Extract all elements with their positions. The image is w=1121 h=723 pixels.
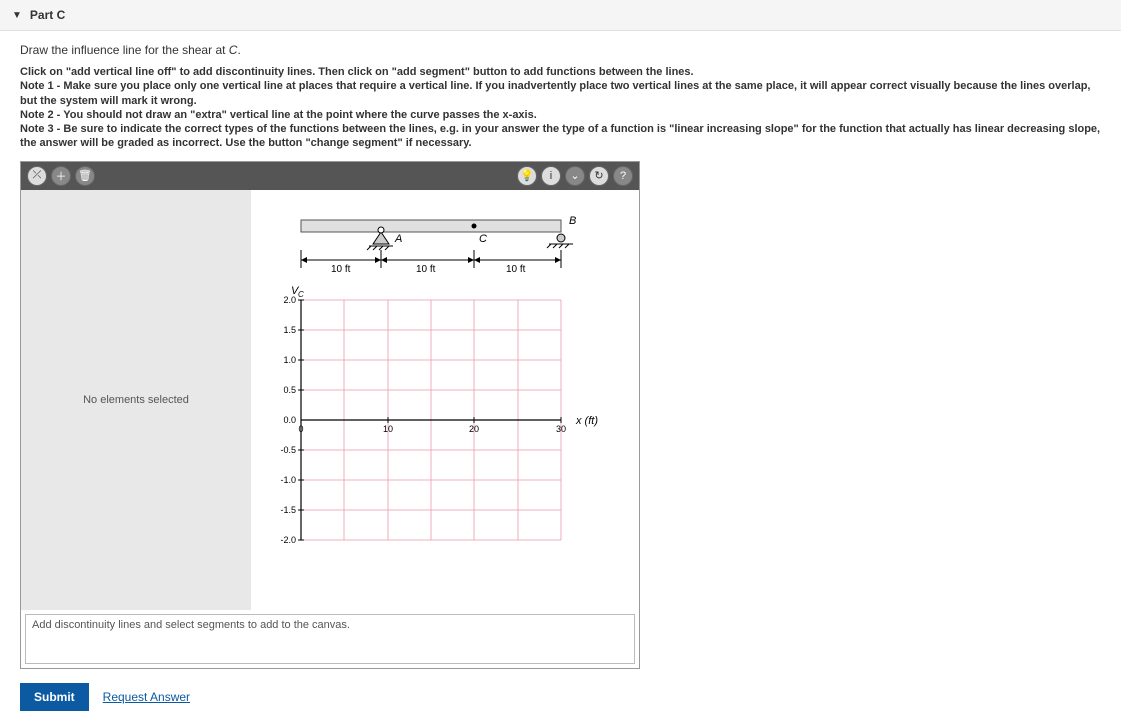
add-icon[interactable]: ＋ — [51, 166, 71, 186]
note3-label: Note 3 — [20, 123, 54, 135]
content-area: Draw the influence line for the shear at… — [0, 31, 1121, 723]
toolbar: ⤫ ＋ 🗑 💡 i ⌄ ↻ ? — [21, 162, 639, 190]
svg-text:20: 20 — [469, 424, 479, 434]
svg-text:-2.0: -2.0 — [280, 535, 296, 545]
instructions: Click on "add vertical line off" to add … — [20, 65, 1101, 151]
span3-label: 10 ft — [506, 264, 526, 275]
help-icon[interactable]: ? — [613, 166, 633, 186]
drawing-widget: ⤫ ＋ 🗑 💡 i ⌄ ↻ ? No elements selected — [20, 161, 640, 669]
note2-label: Note 2 — [20, 109, 54, 121]
note2-text: - You should not draw an "extra" vertica… — [54, 109, 537, 121]
request-answer-link[interactable]: Request Answer — [103, 690, 190, 704]
status-hint: Add discontinuity lines and select segme… — [32, 619, 350, 631]
prompt-text: Draw the influence line for the shear at — [20, 43, 229, 57]
lightbulb-icon[interactable]: 💡 — [517, 166, 537, 186]
no-elements-icon[interactable]: ⤫ — [27, 166, 47, 186]
status-bar: Add discontinuity lines and select segme… — [25, 614, 635, 664]
canvas-area: No elements selected — [21, 190, 639, 610]
span1-label: 10 ft — [331, 264, 351, 275]
plot-svg: A C B — [261, 200, 621, 600]
prompt: Draw the influence line for the shear at… — [20, 43, 1101, 57]
svg-text:-0.5: -0.5 — [280, 445, 296, 455]
chevron-down-icon[interactable]: ⌄ — [565, 166, 585, 186]
svg-text:C: C — [479, 233, 487, 245]
drawing-canvas[interactable]: A C B — [251, 190, 639, 610]
svg-text:30: 30 — [556, 424, 566, 434]
selection-message: No elements selected — [83, 394, 189, 406]
svg-text:1.0: 1.0 — [283, 355, 296, 365]
info-icon[interactable]: i — [541, 166, 561, 186]
svg-text:0: 0 — [298, 424, 303, 434]
toolbar-right: 💡 i ⌄ ↻ ? — [517, 166, 633, 186]
svg-text:2.0: 2.0 — [283, 295, 296, 305]
refresh-icon[interactable]: ↻ — [589, 166, 609, 186]
part-header[interactable]: ▼ Part C — [0, 0, 1121, 31]
svg-text:-1.5: -1.5 — [280, 505, 296, 515]
submit-button[interactable]: Submit — [20, 683, 89, 711]
notes-intro: Click on "add vertical line off" to add … — [20, 66, 694, 78]
xlabel: x (ft) — [575, 415, 598, 427]
prompt-var: C — [229, 43, 238, 57]
toolbar-left: ⤫ ＋ 🗑 — [27, 166, 95, 186]
svg-text:1.5: 1.5 — [283, 325, 296, 335]
part-title: Part C — [30, 8, 65, 22]
note3-text: - Be sure to indicate the correct types … — [20, 123, 1100, 149]
selection-panel: No elements selected — [21, 190, 251, 610]
svg-text:0.0: 0.0 — [283, 415, 296, 425]
caret-down-icon: ▼ — [12, 10, 22, 21]
span2-label: 10 ft — [416, 264, 436, 275]
svg-text:C: C — [298, 290, 304, 299]
svg-text:-1.0: -1.0 — [280, 475, 296, 485]
action-row: Submit Request Answer — [20, 683, 1101, 711]
svg-text:A: A — [394, 233, 402, 245]
note1-label: Note 1 — [20, 80, 54, 92]
note1-text: - Make sure you place only one vertical … — [20, 80, 1090, 106]
trash-icon[interactable]: 🗑 — [75, 166, 95, 186]
svg-text:0.5: 0.5 — [283, 385, 296, 395]
svg-text:B: B — [569, 215, 576, 227]
svg-text:10: 10 — [383, 424, 393, 434]
